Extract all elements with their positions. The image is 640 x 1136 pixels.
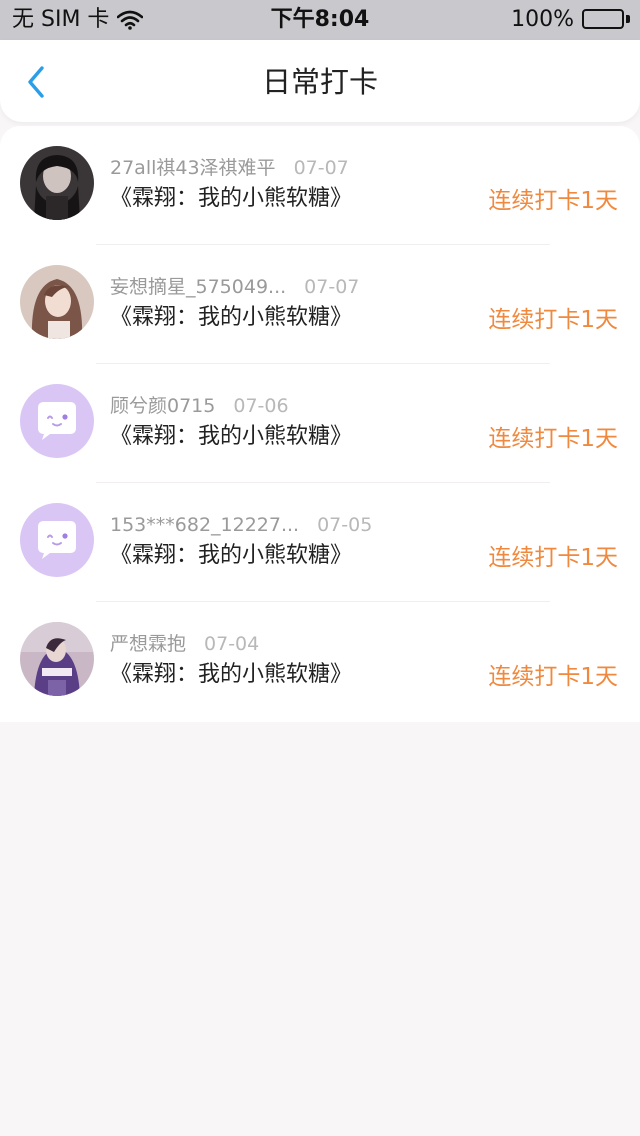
checkin-item[interactable]: 27all祺43泽祺难平 07-07 《霖翔：我的小熊软糖》 连续打卡1天	[0, 126, 640, 245]
status-battery-group: 100%	[511, 6, 630, 34]
streak-label: 连续打卡1天	[488, 664, 618, 690]
username: 严想霖抱 07-04	[110, 632, 259, 656]
book-title: 《霖翔：我的小熊软糖》	[110, 186, 353, 211]
book-title: 《霖翔：我的小熊软糖》	[110, 305, 353, 330]
avatar[interactable]	[20, 265, 94, 339]
checkin-list: 27all祺43泽祺难平 07-07 《霖翔：我的小熊软糖》 连续打卡1天 妄想摘…	[0, 126, 640, 722]
streak-label: 连续打卡1天	[488, 426, 618, 452]
username: 27all祺43泽祺难平 07-07	[110, 156, 349, 180]
username-text: 27all祺43泽祺难平	[110, 157, 276, 179]
username: 妄想摘星_575049... 07-07	[110, 275, 359, 299]
checkin-date: 07-05	[317, 514, 373, 536]
checkin-item[interactable]: 妄想摘星_575049... 07-07 《霖翔：我的小熊软糖》 连续打卡1天	[0, 245, 640, 364]
avatar[interactable]	[20, 146, 94, 220]
username-text: 严想霖抱	[110, 633, 187, 655]
chat-bubble-icon	[20, 384, 94, 458]
username-text: 顾兮颜0715	[110, 395, 216, 417]
book-title: 《霖翔：我的小熊软糖》	[110, 424, 353, 449]
username-text: 153***682_12227...	[110, 514, 300, 536]
checkin-item[interactable]: 顾兮颜0715 07-06 《霖翔：我的小熊软糖》 连续打卡1天	[0, 364, 640, 483]
chat-bubble-icon	[20, 503, 94, 577]
username-text: 妄想摘星_575049...	[110, 276, 287, 298]
username: 153***682_12227... 07-05	[110, 513, 372, 537]
battery-percent: 100%	[511, 7, 574, 32]
navigation-bar: 日常打卡	[0, 40, 640, 122]
streak-label: 连续打卡1天	[488, 188, 618, 214]
checkin-item[interactable]: 严想霖抱 07-04 《霖翔：我的小熊软糖》 连续打卡1天	[0, 602, 640, 721]
page-title: 日常打卡	[261, 65, 378, 99]
book-title: 《霖翔：我的小熊软糖》	[110, 662, 353, 687]
checkin-date: 07-04	[204, 633, 260, 655]
avatar[interactable]	[20, 384, 94, 458]
avatar[interactable]	[20, 622, 94, 696]
book-title: 《霖翔：我的小熊软糖》	[110, 543, 353, 568]
avatar[interactable]	[20, 503, 94, 577]
status-bar: 无 SIM 卡 下午8:04 100%	[0, 0, 640, 40]
streak-label: 连续打卡1天	[488, 307, 618, 333]
checkin-item[interactable]: 153***682_12227... 07-05 《霖翔：我的小熊软糖》 连续打卡…	[0, 483, 640, 602]
checkin-date: 07-06	[233, 395, 289, 417]
username: 顾兮颜0715 07-06	[110, 394, 289, 418]
streak-label: 连续打卡1天	[488, 545, 618, 571]
checkin-date: 07-07	[304, 276, 360, 298]
battery-icon	[582, 9, 630, 31]
checkin-date: 07-07	[293, 157, 349, 179]
